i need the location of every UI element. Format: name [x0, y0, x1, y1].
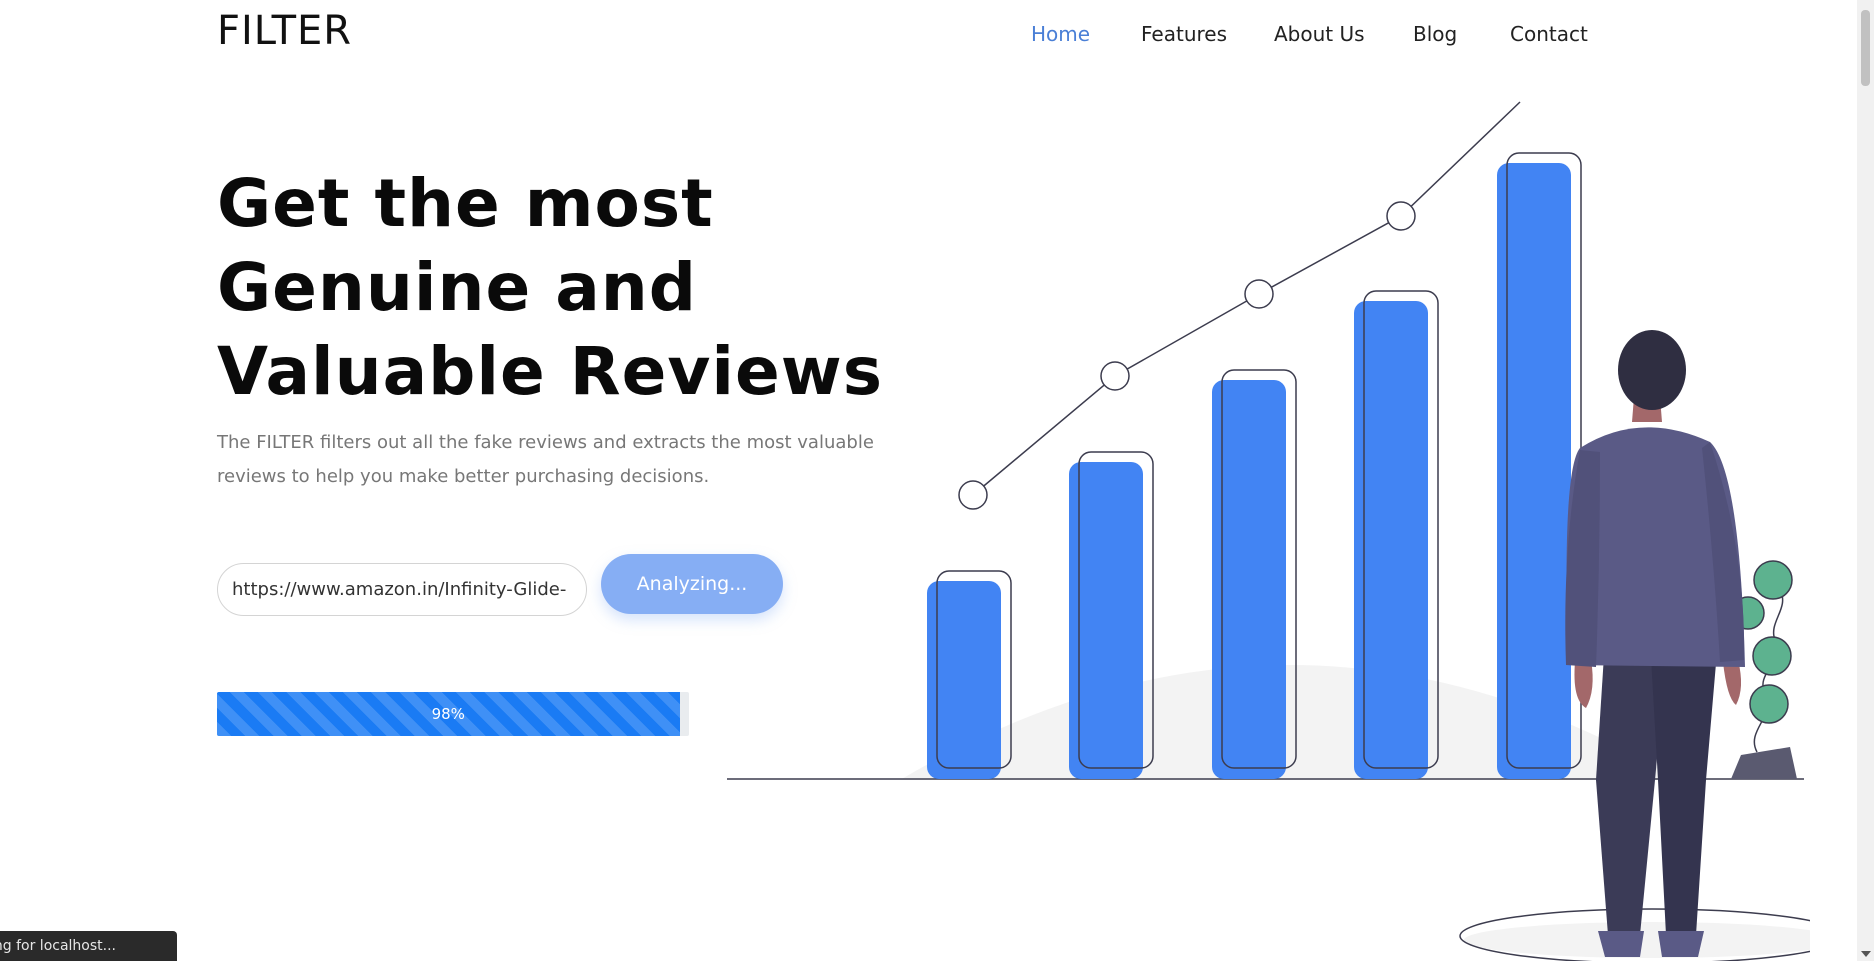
leg	[1650, 640, 1718, 935]
nav-blog[interactable]: Blog	[1413, 22, 1457, 46]
plant-leaf	[1753, 560, 1793, 600]
trend-markers	[958, 201, 1416, 510]
analysis-progress-bar: 98%	[217, 692, 689, 736]
bar	[1212, 380, 1286, 779]
head	[1618, 330, 1686, 410]
site-logo[interactable]: FILTER	[217, 8, 352, 54]
progress-label: 98%	[431, 705, 465, 723]
product-url-input[interactable]	[217, 563, 587, 616]
plant-pot	[1731, 747, 1797, 779]
plant-leaf	[1749, 684, 1789, 724]
hand	[1574, 660, 1593, 708]
trend-marker	[1100, 361, 1130, 391]
growth-chart-illustration	[727, 101, 1810, 961]
nav-home[interactable]: Home	[1031, 22, 1090, 46]
nav-about-us[interactable]: About Us	[1274, 22, 1365, 46]
bar	[1069, 462, 1143, 779]
growth-bars	[927, 152, 1582, 779]
scroll-down-arrow-icon[interactable]	[1861, 951, 1871, 957]
page-scrollbar[interactable]	[1857, 0, 1874, 961]
status-text: Waiting for localhost...	[0, 938, 116, 954]
plant-leaf	[1752, 636, 1792, 676]
progress-fill: 98%	[217, 692, 680, 736]
shoe	[1658, 931, 1704, 957]
nav-features[interactable]: Features	[1141, 22, 1227, 46]
bar	[1497, 163, 1571, 779]
bar	[1354, 301, 1428, 779]
scrollbar-thumb[interactable]	[1861, 10, 1870, 86]
browser-status-bar: Waiting for localhost...	[0, 931, 177, 961]
bar	[927, 581, 1001, 779]
trend-marker	[1244, 279, 1274, 309]
nav-contact[interactable]: Contact	[1510, 22, 1588, 46]
trend-marker	[1386, 201, 1416, 231]
trend-marker	[958, 480, 988, 510]
shoe	[1598, 931, 1644, 957]
